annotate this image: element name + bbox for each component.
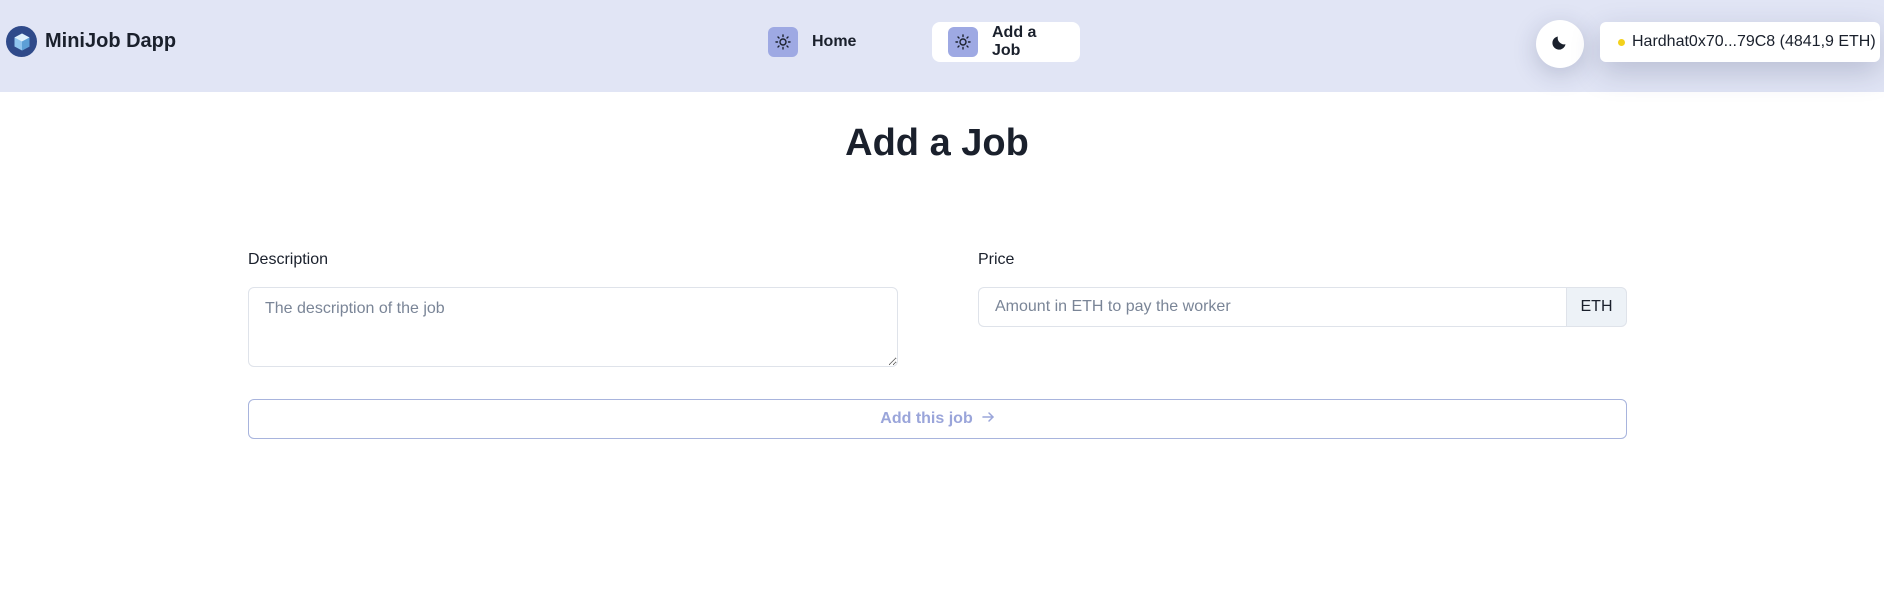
currency-addon: ETH (1566, 287, 1627, 327)
nav-item-home[interactable]: Home (752, 22, 882, 62)
add-this-job-button[interactable]: Add this job (248, 399, 1627, 439)
submit-label: Add this job (880, 410, 973, 427)
network-status-dot (1618, 38, 1625, 46)
arrow-right-icon (981, 410, 995, 429)
brand[interactable]: MiniJob Dapp (6, 26, 176, 57)
price-input-group: ETH (978, 287, 1627, 327)
sun-icon (768, 27, 798, 57)
price-field[interactable] (978, 287, 1566, 327)
nav-item-label: Add a Job (992, 24, 1037, 59)
description-field[interactable] (248, 287, 898, 367)
page-title: Add a Job (845, 122, 1029, 164)
moon-icon (1551, 33, 1569, 56)
account-button[interactable]: Hardhat0x70...79C8 (4841,9 ETH) (1600, 22, 1880, 62)
description-label: Description (248, 251, 329, 268)
cube-logo-icon (6, 26, 37, 57)
nav-item-add-a-job[interactable]: Add a Job (932, 22, 1080, 62)
account-label: Hardhat0x70...79C8 (4841,9 ETH) (1632, 33, 1876, 50)
nav-item-label: Home (812, 33, 857, 50)
price-label: Price (978, 251, 1015, 268)
app-name: MiniJob Dapp (45, 30, 177, 52)
theme-toggle-button[interactable] (1536, 20, 1584, 68)
sun-icon (948, 27, 978, 57)
top-navbar: MiniJob Dapp Home Add a Job Hardhat0x70.… (0, 0, 1884, 92)
